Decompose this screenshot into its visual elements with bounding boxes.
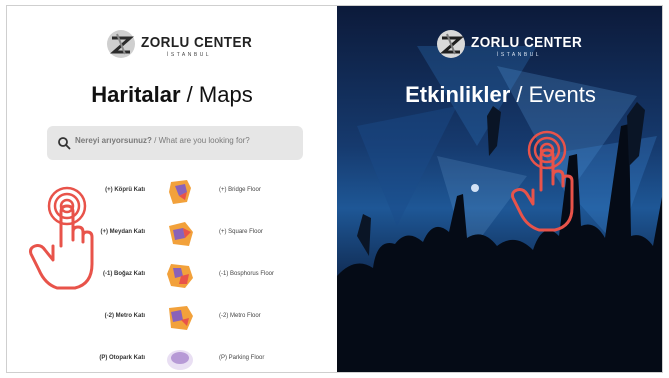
floor-map-thumbnail [167,350,193,370]
search-placeholder: Nereyi arıyorsunuz? / What are you looki… [75,136,250,145]
floor-map-thumbnail [169,222,193,246]
floor-map-thumbnail [169,306,193,330]
floor-label-en: (+) Bridge Floor [219,187,261,193]
events-panel[interactable]: ZORLU CENTER İSTANBUL Etkinlikler / Even… [337,6,662,372]
floor-item-parking[interactable]: (P) Otopark Katı (P) Parking Floor [7,342,337,372]
maps-title-sep: / [180,82,199,107]
floor-label-en: (-2) Metro Floor [219,313,261,319]
maps-title-en: Maps [198,82,253,107]
brand-name: ZORLU CENTER [141,34,253,51]
brand-name: ZORLU CENTER [471,34,583,51]
events-title-tr: Etkinlikler [405,82,511,107]
events-title-sep: / [510,82,529,107]
zorlu-logo-icon [107,30,135,58]
tap-hand-icon [29,186,94,290]
floor-label-tr: (+) Köprü Katı [105,187,145,193]
events-title-en: Events [528,82,596,107]
search-input[interactable]: Nereyi arıyorsunuz? / What are you looki… [47,126,303,160]
brand-city: İSTANBUL [497,52,542,58]
floor-label-tr: (P) Otopark Katı [99,355,145,361]
tap-hand-icon [511,130,574,232]
floor-map-thumbnail [169,180,191,204]
maps-title: Haritalar / Maps [7,82,337,108]
search-icon [58,137,71,150]
brand-logo: ZORLU CENTER İSTANBUL [7,28,337,64]
brand-logo-events: ZORLU CENTER İSTANBUL [337,28,662,64]
floor-label-tr: (-1) Boğaz Katı [103,271,145,277]
maps-panel[interactable]: ZORLU CENTER İSTANBUL Haritalar / Maps N… [7,6,337,372]
zorlu-logo-icon [437,30,465,58]
floor-label-en: (+) Square Floor [219,229,263,235]
floor-label-tr: (+) Meydan Katı [100,229,145,235]
floor-label-en: (P) Parking Floor [219,355,265,361]
floor-map-thumbnail [167,264,193,288]
floor-item-metro[interactable]: (-2) Metro Katı (-2) Metro Floor [7,300,337,336]
screen-frame: ZORLU CENTER İSTANBUL Haritalar / Maps N… [6,5,663,373]
floor-label-tr: (-2) Metro Katı [104,313,145,319]
maps-title-tr: Haritalar [91,82,181,107]
brand-city: İSTANBUL [167,52,212,58]
floor-label-en: (-1) Bosphorus Floor [219,271,275,277]
events-title: Etkinlikler / Events [337,82,662,108]
